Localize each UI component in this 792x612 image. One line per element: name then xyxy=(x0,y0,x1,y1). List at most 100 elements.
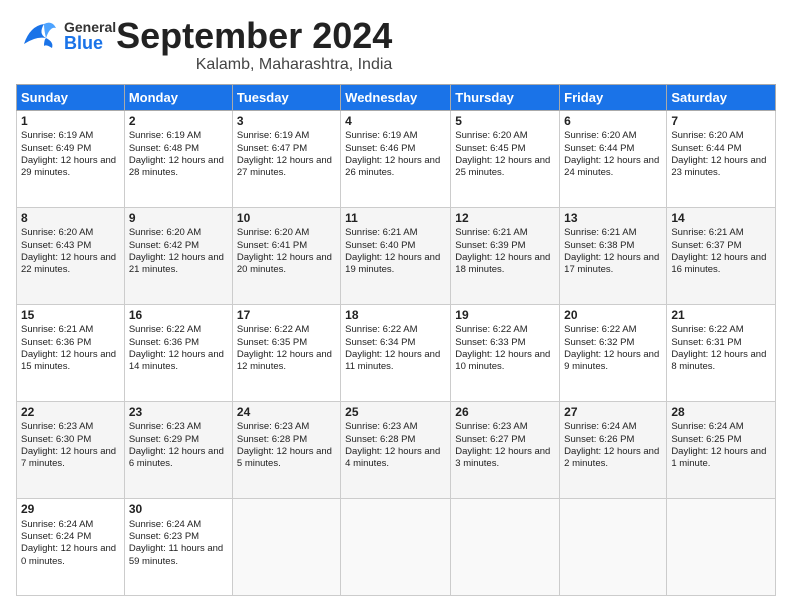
sunset-text: Sunset: 6:32 PM xyxy=(564,337,634,348)
calendar-week-row: 1 Sunrise: 6:19 AM Sunset: 6:49 PM Dayli… xyxy=(17,110,776,207)
day-number: 19 xyxy=(455,308,555,324)
col-friday: Friday xyxy=(560,84,667,110)
sunset-text: Sunset: 6:46 PM xyxy=(345,143,415,154)
sunset-text: Sunset: 6:28 PM xyxy=(345,434,415,445)
sunset-text: Sunset: 6:41 PM xyxy=(237,240,307,251)
table-row: 21 Sunrise: 6:22 AM Sunset: 6:31 PM Dayl… xyxy=(667,304,776,401)
sunrise-text: Sunrise: 6:24 AM xyxy=(129,519,201,530)
sunset-text: Sunset: 6:48 PM xyxy=(129,143,199,154)
day-number: 16 xyxy=(129,308,228,324)
calendar-header-row: Sunday Monday Tuesday Wednesday Thursday… xyxy=(17,84,776,110)
sunrise-text: Sunrise: 6:19 AM xyxy=(237,130,309,141)
table-row: 7 Sunrise: 6:20 AM Sunset: 6:44 PM Dayli… xyxy=(667,110,776,207)
daylight-text: Daylight: 12 hours and 20 minutes. xyxy=(237,252,332,275)
table-row: 22 Sunrise: 6:23 AM Sunset: 6:30 PM Dayl… xyxy=(17,401,125,498)
sunset-text: Sunset: 6:35 PM xyxy=(237,337,307,348)
table-row: 10 Sunrise: 6:20 AM Sunset: 6:41 PM Dayl… xyxy=(232,207,340,304)
sunset-text: Sunset: 6:23 PM xyxy=(129,531,199,542)
logo-blue-text: Blue xyxy=(64,34,116,52)
day-number: 10 xyxy=(237,211,336,227)
col-sunday: Sunday xyxy=(17,84,125,110)
sunset-text: Sunset: 6:44 PM xyxy=(564,143,634,154)
sunset-text: Sunset: 6:34 PM xyxy=(345,337,415,348)
table-row: 9 Sunrise: 6:20 AM Sunset: 6:42 PM Dayli… xyxy=(124,207,232,304)
daylight-text: Daylight: 12 hours and 4 minutes. xyxy=(345,446,440,469)
sunrise-text: Sunrise: 6:20 AM xyxy=(237,227,309,238)
day-number: 4 xyxy=(345,114,446,130)
daylight-text: Daylight: 12 hours and 15 minutes. xyxy=(21,349,116,372)
sunrise-text: Sunrise: 6:23 AM xyxy=(21,421,93,432)
table-row: 29 Sunrise: 6:24 AM Sunset: 6:24 PM Dayl… xyxy=(17,498,125,595)
daylight-text: Daylight: 12 hours and 27 minutes. xyxy=(237,155,332,178)
sunrise-text: Sunrise: 6:21 AM xyxy=(671,227,743,238)
daylight-text: Daylight: 12 hours and 14 minutes. xyxy=(129,349,224,372)
calendar-week-row: 8 Sunrise: 6:20 AM Sunset: 6:43 PM Dayli… xyxy=(17,207,776,304)
sunset-text: Sunset: 6:29 PM xyxy=(129,434,199,445)
daylight-text: Daylight: 12 hours and 10 minutes. xyxy=(455,349,550,372)
logo: General Blue xyxy=(16,16,116,56)
sunset-text: Sunset: 6:25 PM xyxy=(671,434,741,445)
sunrise-text: Sunrise: 6:22 AM xyxy=(671,324,743,335)
day-number: 20 xyxy=(564,308,662,324)
daylight-text: Daylight: 12 hours and 17 minutes. xyxy=(564,252,659,275)
day-number: 17 xyxy=(237,308,336,324)
day-number: 14 xyxy=(671,211,771,227)
sunrise-text: Sunrise: 6:20 AM xyxy=(129,227,201,238)
table-row: 2 Sunrise: 6:19 AM Sunset: 6:48 PM Dayli… xyxy=(124,110,232,207)
table-row: 15 Sunrise: 6:21 AM Sunset: 6:36 PM Dayl… xyxy=(17,304,125,401)
sunrise-text: Sunrise: 6:19 AM xyxy=(21,130,93,141)
day-number: 24 xyxy=(237,405,336,421)
title-block: September 2024 Kalamb, Maharashtra, Indi… xyxy=(116,16,392,74)
table-row: 11 Sunrise: 6:21 AM Sunset: 6:40 PM Dayl… xyxy=(341,207,451,304)
sunrise-text: Sunrise: 6:22 AM xyxy=(455,324,527,335)
day-number: 15 xyxy=(21,308,120,324)
sunrise-text: Sunrise: 6:19 AM xyxy=(129,130,201,141)
day-number: 7 xyxy=(671,114,771,130)
table-row xyxy=(451,498,560,595)
table-row xyxy=(232,498,340,595)
day-number: 8 xyxy=(21,211,120,227)
sunset-text: Sunset: 6:49 PM xyxy=(21,143,91,154)
sunrise-text: Sunrise: 6:20 AM xyxy=(21,227,93,238)
day-number: 1 xyxy=(21,114,120,130)
col-thursday: Thursday xyxy=(451,84,560,110)
day-number: 9 xyxy=(129,211,228,227)
sunrise-text: Sunrise: 6:22 AM xyxy=(237,324,309,335)
daylight-text: Daylight: 12 hours and 25 minutes. xyxy=(455,155,550,178)
day-number: 13 xyxy=(564,211,662,227)
col-monday: Monday xyxy=(124,84,232,110)
month-title: September 2024 xyxy=(116,16,392,56)
table-row xyxy=(560,498,667,595)
daylight-text: Daylight: 12 hours and 8 minutes. xyxy=(671,349,766,372)
logo-bird-icon xyxy=(16,16,60,56)
sunset-text: Sunset: 6:36 PM xyxy=(129,337,199,348)
daylight-text: Daylight: 12 hours and 0 minutes. xyxy=(21,543,116,566)
calendar-table: Sunday Monday Tuesday Wednesday Thursday… xyxy=(16,84,776,596)
sunrise-text: Sunrise: 6:21 AM xyxy=(21,324,93,335)
sunrise-text: Sunrise: 6:21 AM xyxy=(345,227,417,238)
table-row: 5 Sunrise: 6:20 AM Sunset: 6:45 PM Dayli… xyxy=(451,110,560,207)
sunrise-text: Sunrise: 6:24 AM xyxy=(671,421,743,432)
sunset-text: Sunset: 6:38 PM xyxy=(564,240,634,251)
sunrise-text: Sunrise: 6:22 AM xyxy=(564,324,636,335)
sunrise-text: Sunrise: 6:23 AM xyxy=(455,421,527,432)
sunset-text: Sunset: 6:43 PM xyxy=(21,240,91,251)
day-number: 25 xyxy=(345,405,446,421)
daylight-text: Daylight: 12 hours and 2 minutes. xyxy=(564,446,659,469)
daylight-text: Daylight: 12 hours and 18 minutes. xyxy=(455,252,550,275)
table-row: 8 Sunrise: 6:20 AM Sunset: 6:43 PM Dayli… xyxy=(17,207,125,304)
table-row: 19 Sunrise: 6:22 AM Sunset: 6:33 PM Dayl… xyxy=(451,304,560,401)
col-wednesday: Wednesday xyxy=(341,84,451,110)
daylight-text: Daylight: 12 hours and 9 minutes. xyxy=(564,349,659,372)
page: General Blue September 2024 Kalamb, Maha… xyxy=(0,0,792,612)
daylight-text: Daylight: 12 hours and 23 minutes. xyxy=(671,155,766,178)
location-subtitle: Kalamb, Maharashtra, India xyxy=(116,56,392,74)
daylight-text: Daylight: 11 hours and 59 minutes. xyxy=(129,543,223,566)
daylight-text: Daylight: 12 hours and 24 minutes. xyxy=(564,155,659,178)
table-row: 24 Sunrise: 6:23 AM Sunset: 6:28 PM Dayl… xyxy=(232,401,340,498)
sunset-text: Sunset: 6:36 PM xyxy=(21,337,91,348)
daylight-text: Daylight: 12 hours and 12 minutes. xyxy=(237,349,332,372)
sunrise-text: Sunrise: 6:23 AM xyxy=(345,421,417,432)
sunrise-text: Sunrise: 6:20 AM xyxy=(564,130,636,141)
sunset-text: Sunset: 6:39 PM xyxy=(455,240,525,251)
